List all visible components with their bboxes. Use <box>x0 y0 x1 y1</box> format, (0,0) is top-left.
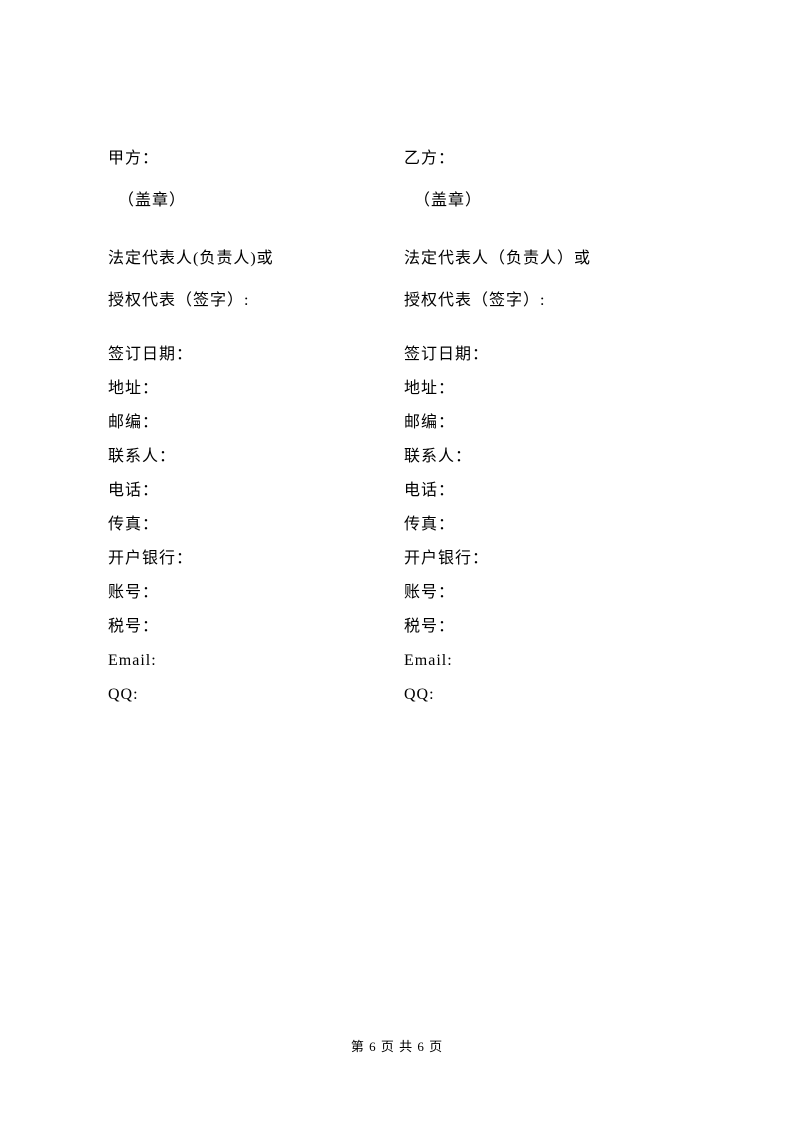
party-b-qq: QQ: <box>404 678 704 712</box>
party-a-phone: 电话： <box>108 474 404 508</box>
party-a-rep-line1: 法定代表人(负责人)或 <box>108 238 404 280</box>
party-b-account: 账号： <box>404 576 704 610</box>
party-b-address: 地址： <box>404 372 704 406</box>
party-a-account: 账号： <box>108 576 404 610</box>
page-content: 甲方： （盖章） 法定代表人(负责人)或 授权代表（签字）: 签订日期： 地址：… <box>0 0 794 712</box>
party-b-rep-line1: 法定代表人（负责人）或 <box>404 238 704 280</box>
spacer <box>108 322 404 338</box>
party-a-seal: （盖章） <box>108 180 404 222</box>
party-b-seal: （盖章） <box>404 180 704 222</box>
party-b-rep-line2: 授权代表（签字）: <box>404 280 704 322</box>
page-footer: 第 6 页 共 6 页 <box>0 1036 794 1055</box>
party-b-contact: 联系人： <box>404 440 704 474</box>
party-b-column: 乙方： （盖章） 法定代表人（负责人）或 授权代表（签字）: 签订日期： 地址：… <box>404 138 704 712</box>
party-b-postcode: 邮编： <box>404 406 704 440</box>
party-a-rep-line2: 授权代表（签字）: <box>108 280 404 322</box>
party-a-fax: 传真： <box>108 508 404 542</box>
party-b-fax: 传真： <box>404 508 704 542</box>
party-b-bank: 开户银行： <box>404 542 704 576</box>
party-a-label: 甲方： <box>108 138 404 180</box>
party-a-bank: 开户银行： <box>108 542 404 576</box>
party-a-address: 地址： <box>108 372 404 406</box>
party-a-postcode: 邮编： <box>108 406 404 440</box>
spacer <box>108 222 404 238</box>
party-b-sign-date: 签订日期： <box>404 338 704 372</box>
party-b-label: 乙方： <box>404 138 704 180</box>
party-a-sign-date: 签订日期： <box>108 338 404 372</box>
spacer <box>404 322 704 338</box>
party-a-email: Email: <box>108 644 404 678</box>
signature-columns: 甲方： （盖章） 法定代表人(负责人)或 授权代表（签字）: 签订日期： 地址：… <box>108 138 704 712</box>
party-a-column: 甲方： （盖章） 法定代表人(负责人)或 授权代表（签字）: 签订日期： 地址：… <box>108 138 404 712</box>
party-b-email: Email: <box>404 644 704 678</box>
party-a-qq: QQ: <box>108 678 404 712</box>
party-b-phone: 电话： <box>404 474 704 508</box>
party-a-contact: 联系人： <box>108 440 404 474</box>
spacer <box>404 222 704 238</box>
party-b-tax: 税号： <box>404 610 704 644</box>
party-a-tax: 税号： <box>108 610 404 644</box>
